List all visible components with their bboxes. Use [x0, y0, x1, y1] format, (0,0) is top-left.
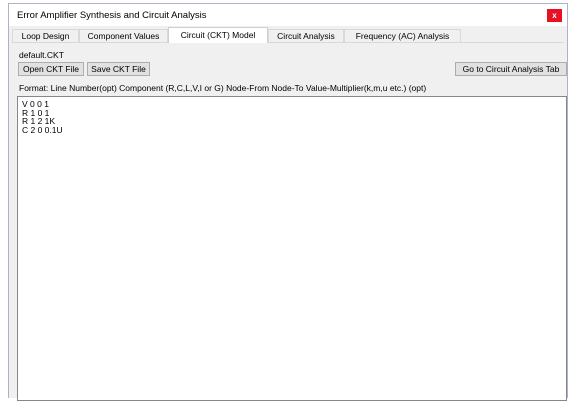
- save-ckt-file-button[interactable]: Save CKT File: [87, 62, 150, 76]
- file-name-label: default.CKT: [19, 50, 64, 60]
- tab-frequency-analysis[interactable]: Frequency (AC) Analysis: [344, 29, 461, 42]
- tab-component-values[interactable]: Component Values: [79, 29, 168, 42]
- title-bar: Error Amplifier Synthesis and Circuit An…: [9, 4, 567, 26]
- tab-circuit-model[interactable]: Circuit (CKT) Model: [168, 27, 268, 43]
- circuit-netlist-editor[interactable]: [17, 96, 567, 401]
- close-button[interactable]: x: [547, 9, 562, 22]
- go-to-circuit-analysis-button[interactable]: Go to Circuit Analysis Tab: [455, 62, 567, 76]
- tab-strip: Loop Design Component Values Circuit (CK…: [12, 27, 564, 43]
- window-title: Error Amplifier Synthesis and Circuit An…: [17, 10, 207, 21]
- open-ckt-file-button[interactable]: Open CKT File: [18, 62, 84, 76]
- format-hint: Format: Line Number(opt) Component (R,C,…: [19, 83, 427, 93]
- tab-circuit-analysis[interactable]: Circuit Analysis: [268, 29, 344, 42]
- main-window: Error Amplifier Synthesis and Circuit An…: [8, 3, 568, 401]
- tab-loop-design[interactable]: Loop Design: [12, 29, 79, 42]
